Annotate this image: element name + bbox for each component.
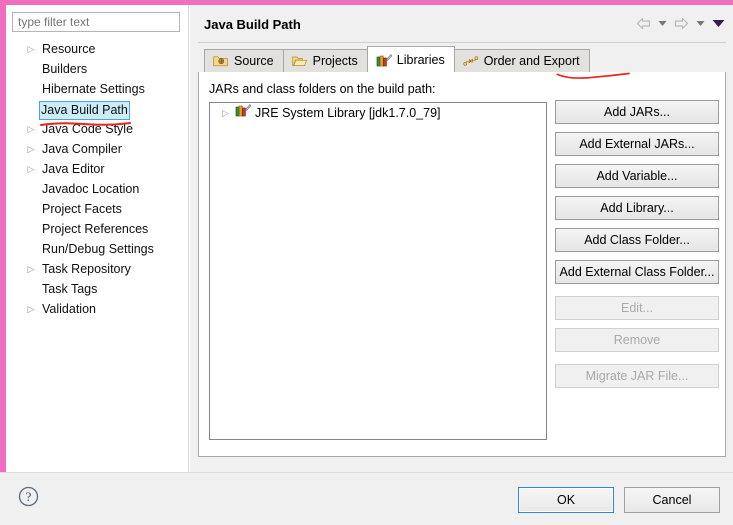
sidebar-item-java-code-style[interactable]: ▷ Java Code Style [6, 119, 189, 139]
sidebar-item-label: Java Compiler [42, 142, 122, 156]
build-path-listbox[interactable]: ▷ JRE System Library [jdk1.7.0_79] [209, 102, 547, 440]
sidebar-item-label: Builders [42, 62, 88, 76]
source-folder-icon [213, 56, 228, 67]
add-class-folder-button[interactable]: Add Class Folder... [555, 228, 719, 252]
sidebar-item-hibernate-settings[interactable]: Hibernate Settings [6, 79, 189, 99]
add-external-class-folder-button[interactable]: Add External Class Folder... [555, 260, 719, 284]
tab-label: Order and Export [483, 54, 580, 68]
ok-button[interactable]: OK [518, 487, 614, 513]
dialog-footer: ? OK Cancel [0, 472, 733, 525]
chevron-right-icon[interactable]: ▷ [26, 119, 36, 139]
sidebar-item-java-editor[interactable]: ▷ Java Editor [6, 159, 189, 179]
sidebar-item-label: Project References [42, 222, 149, 236]
list-label: JARs and class folders on the build path… [209, 82, 436, 96]
books-icon [235, 103, 252, 117]
sidebar-item-label: Project Facets [42, 202, 122, 216]
sidebar-item-label: Javadoc Location [42, 182, 140, 196]
preferences-dialog: ▷ Resource Builders Hibernate Settings Java … [0, 0, 733, 525]
chevron-right-icon[interactable]: ▷ [26, 159, 36, 179]
sidebar-item-label: Hibernate Settings [42, 82, 145, 96]
tab-source[interactable]: Source [204, 49, 284, 72]
sidebar-item-label: Resource [42, 42, 96, 56]
order-export-icon [463, 54, 479, 68]
chevron-right-icon[interactable]: ▷ [220, 103, 231, 123]
add-variable-button[interactable]: Add Variable... [555, 164, 719, 188]
sidebar-item-javadoc-location[interactable]: Javadoc Location [6, 179, 189, 199]
tab-label: Libraries [396, 52, 445, 67]
filter-input[interactable] [12, 12, 180, 32]
chevron-down-filled-icon[interactable] [712, 19, 725, 28]
sidebar-item-run-debug-settings[interactable]: Run/Debug Settings [6, 239, 189, 259]
forward-history-chevron-down-icon[interactable] [696, 20, 705, 27]
open-folder-icon [291, 56, 307, 66]
sidebar-item-task-tags[interactable]: Task Tags [6, 279, 189, 299]
svg-text:?: ? [26, 489, 32, 504]
build-path-button-column: Add JARs... Add External JARs... Add Varia… [555, 100, 719, 396]
sidebar-item-label: Task Repository [42, 262, 131, 276]
books-icon [376, 53, 392, 67]
sidebar-item-project-facets[interactable]: Project Facets [6, 199, 189, 219]
dialog-body: ▷ Resource Builders Hibernate Settings Java … [6, 5, 733, 472]
cancel-button[interactable]: Cancel [624, 487, 720, 513]
sidebar-item-label: Java Code Style [42, 122, 134, 136]
add-external-jars-button[interactable]: Add External JARs... [555, 132, 719, 156]
libraries-tab-panel: JARs and class folders on the build path… [198, 72, 726, 457]
books-icon [376, 53, 392, 66]
sidebar-item-java-build-path[interactable]: Java Build Path [6, 99, 189, 120]
sidebar-item-builders[interactable]: Builders [6, 59, 189, 79]
title-divider [198, 42, 726, 43]
page-navigation [636, 17, 725, 30]
sidebar-item-label: Java Build Path [39, 101, 130, 120]
tab-order-and-export[interactable]: Order and Export [453, 49, 590, 72]
preferences-tree: ▷ Resource Builders Hibernate Settings Java … [6, 39, 189, 319]
chevron-right-icon[interactable]: ▷ [26, 39, 36, 59]
edit-button: Edit... [555, 296, 719, 320]
tab-projects[interactable]: Projects [282, 49, 368, 72]
add-library-button[interactable]: Add Library... [555, 196, 719, 220]
chevron-right-icon[interactable]: ▷ [26, 299, 36, 319]
sidebar-item-java-compiler[interactable]: ▷ Java Compiler [6, 139, 189, 159]
add-jars-button[interactable]: Add JARs... [555, 100, 719, 124]
chevron-right-icon[interactable]: ▷ [26, 139, 36, 159]
open-folder-icon [291, 54, 308, 68]
arrow-right-icon[interactable] [674, 17, 689, 30]
sidebar-item-label: Java Editor [42, 162, 105, 176]
source-folder-icon [213, 54, 229, 68]
help-question-icon[interactable]: ? [18, 486, 39, 507]
sidebar-item-task-repository[interactable]: ▷ Task Repository [6, 259, 189, 279]
arrow-left-icon[interactable] [636, 17, 651, 30]
tab-label: Projects [312, 54, 358, 68]
order-export-icon [463, 56, 478, 66]
preference-page: Java Build Path Source Projects Librarie… [190, 5, 733, 472]
back-history-chevron-down-icon[interactable] [658, 20, 667, 27]
remove-button: Remove [555, 328, 719, 352]
preferences-sidebar: ▷ Resource Builders Hibernate Settings Java … [6, 5, 189, 472]
chevron-right-icon[interactable]: ▷ [26, 259, 36, 279]
sidebar-item-resource[interactable]: ▷ Resource [6, 39, 189, 59]
sidebar-item-label: Run/Debug Settings [42, 242, 154, 256]
migrate-jar-file-button: Migrate JAR File... [555, 364, 719, 388]
tab-bar: Source Projects Libraries Order and Export [204, 46, 590, 72]
list-item[interactable]: ▷ JRE System Library [jdk1.7.0_79] [210, 103, 546, 123]
sidebar-item-label: Validation [42, 302, 96, 316]
sidebar-item-project-references[interactable]: Project References [6, 219, 189, 239]
sidebar-item-label: Task Tags [42, 282, 98, 296]
tab-libraries[interactable]: Libraries [366, 46, 455, 72]
sidebar-item-validation[interactable]: ▷ Validation [6, 299, 189, 319]
page-title: Java Build Path [204, 17, 301, 32]
books-icon [235, 103, 252, 123]
tab-label: Source [234, 54, 274, 68]
list-item-label: JRE System Library [jdk1.7.0_79] [255, 106, 441, 120]
